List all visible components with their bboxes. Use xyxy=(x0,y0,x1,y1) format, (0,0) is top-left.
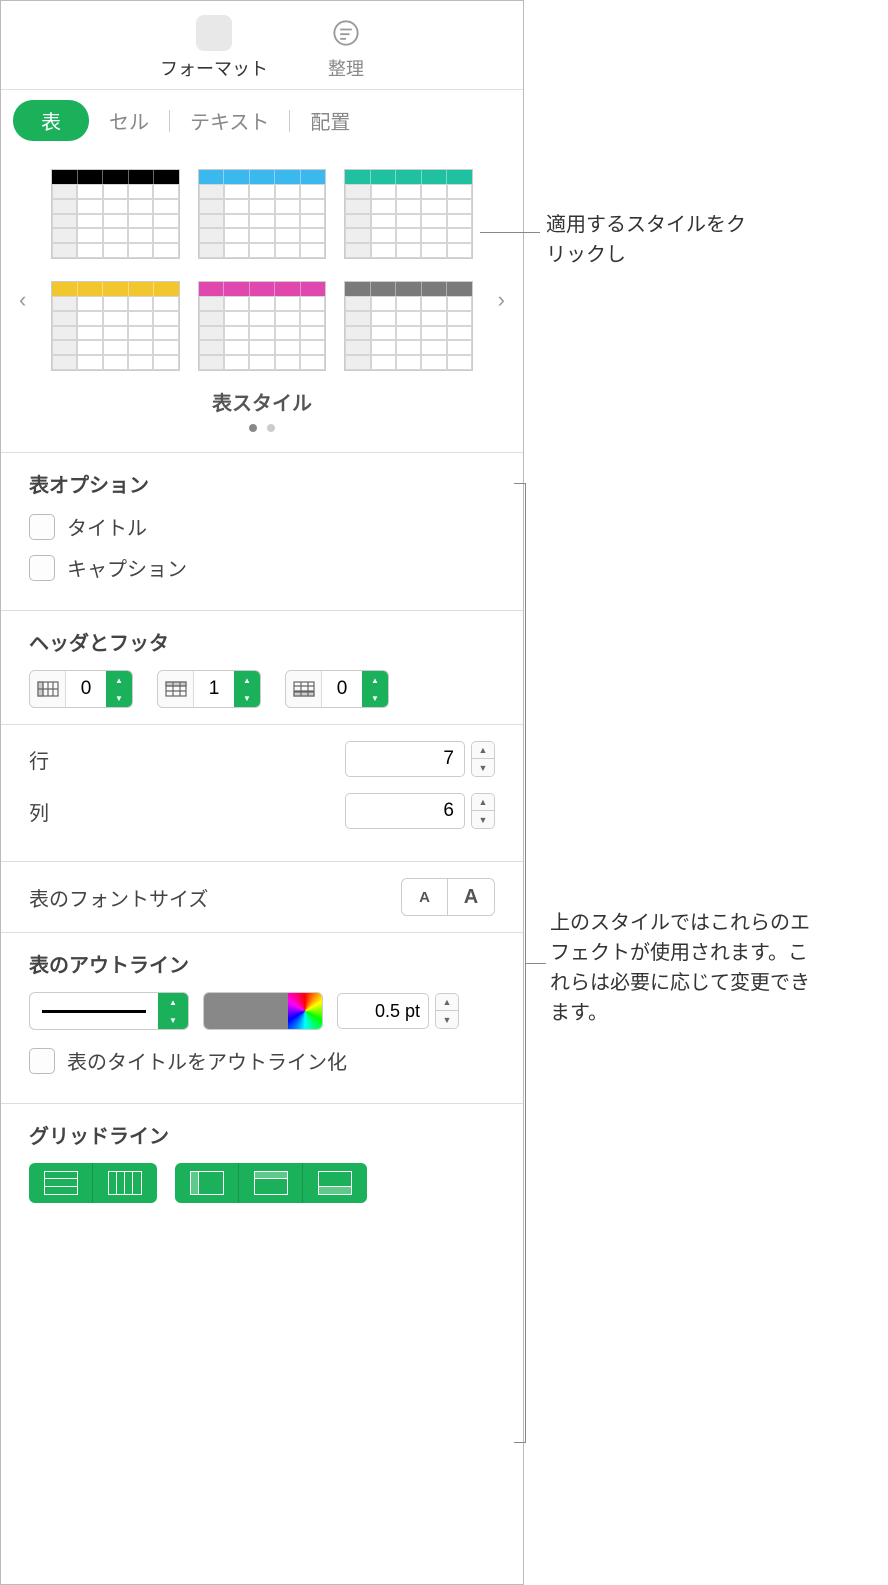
outline-title-label: 表のタイトルをアウトライン化 xyxy=(67,1046,347,1075)
dot[interactable] xyxy=(249,424,257,432)
header-cols-value: 0 xyxy=(66,678,106,700)
dot[interactable] xyxy=(267,424,275,432)
hf-title: ヘッダとフッタ xyxy=(29,627,495,656)
font-larger-button[interactable]: A xyxy=(448,879,494,915)
cols-label: 列 xyxy=(29,797,49,826)
outline-color-well[interactable] xyxy=(203,992,323,1030)
cols-stepper[interactable]: ▲▼ xyxy=(471,793,495,829)
format-panel: フォーマット 整理 表 セル テキスト 配置 ‹ › 表スタイル 表オプション … xyxy=(0,0,524,1585)
pt-stepper[interactable]: ▲▼ xyxy=(435,993,459,1029)
stepper-buttons[interactable]: ▲▼ xyxy=(234,671,260,707)
footer-rows-value: 0 xyxy=(322,678,362,700)
font-smaller-button[interactable]: A xyxy=(402,879,448,915)
table-style-thumb[interactable] xyxy=(198,281,327,371)
outline-pt-input[interactable] xyxy=(337,993,429,1029)
styles-prev-button[interactable]: ‹ xyxy=(11,279,34,321)
stepper-buttons[interactable]: ▲▼ xyxy=(362,671,388,707)
callout-effects: 上のスタイルではこれらのエフェクトが使用されます。これらは必要に応じて変更できま… xyxy=(550,908,810,1028)
outline-title-checkbox[interactable] xyxy=(29,1048,55,1074)
tab-format[interactable]: フォーマット xyxy=(160,15,268,81)
brush-icon xyxy=(196,15,232,51)
subtab-cell[interactable]: セル xyxy=(89,100,169,141)
table-style-thumb[interactable] xyxy=(198,169,327,259)
gridlines-section: グリッドライン xyxy=(1,1103,523,1219)
subtab-arrange[interactable]: 配置 xyxy=(290,100,370,141)
title-checkbox-label: タイトル xyxy=(67,512,147,541)
gridline-header-row-button[interactable] xyxy=(239,1163,303,1203)
table-style-thumb[interactable] xyxy=(344,169,473,259)
font-size-section: 表のフォントサイズ A A xyxy=(1,861,523,932)
table-styles-section: ‹ › 表スタイル xyxy=(1,147,523,452)
organize-icon xyxy=(328,15,364,51)
outline-title: 表のアウトライン xyxy=(29,949,495,978)
styles-next-button[interactable]: › xyxy=(490,279,513,321)
color-swatch[interactable] xyxy=(204,993,288,1029)
caption-checkbox[interactable] xyxy=(29,555,55,581)
rows-stepper[interactable]: ▲▼ xyxy=(471,741,495,777)
annotations: 適用するスタイルをクリックし 上のスタイルではこれらのエフェクトが使用されます。… xyxy=(524,0,888,1585)
font-size-label: 表のフォントサイズ xyxy=(29,883,208,912)
callout-style-click: 適用するスタイルをクリックし xyxy=(546,210,746,270)
headers-footers-section: ヘッダとフッタ 0 ▲▼ 1 ▲▼ 0 ▲▼ xyxy=(1,610,523,724)
top-tabs: フォーマット 整理 xyxy=(1,1,523,90)
gridline-body-v-button[interactable] xyxy=(93,1163,157,1203)
tab-format-label: フォーマット xyxy=(160,55,268,81)
cols-input[interactable] xyxy=(345,793,465,829)
rows-label: 行 xyxy=(29,745,49,774)
header-cols-stepper[interactable]: 0 ▲▼ xyxy=(29,670,133,708)
page-dots xyxy=(51,424,473,432)
table-options-section: 表オプション タイトル キャプション xyxy=(1,452,523,610)
table-style-thumb[interactable] xyxy=(344,281,473,371)
outline-style-select[interactable]: ▲▼ xyxy=(29,992,189,1030)
color-wheel-icon[interactable] xyxy=(288,993,322,1029)
subtab-text[interactable]: テキスト xyxy=(170,100,289,141)
caption-checkbox-label: キャプション xyxy=(67,553,187,582)
header-rows-icon xyxy=(158,671,194,707)
styles-title: 表スタイル xyxy=(51,387,473,416)
table-style-thumb[interactable] xyxy=(51,281,180,371)
gridlines-title: グリッドライン xyxy=(29,1120,495,1149)
header-cols-icon xyxy=(30,671,66,707)
tab-organize-label: 整理 xyxy=(328,55,364,81)
dimensions-section: 行 ▲▼ 列 ▲▼ xyxy=(1,724,523,861)
gridline-footer-row-button[interactable] xyxy=(303,1163,367,1203)
footer-rows-stepper[interactable]: 0 ▲▼ xyxy=(285,670,389,708)
header-rows-stepper[interactable]: 1 ▲▼ xyxy=(157,670,261,708)
options-title: 表オプション xyxy=(29,469,495,498)
title-checkbox[interactable] xyxy=(29,514,55,540)
gridline-header-col-button[interactable] xyxy=(175,1163,239,1203)
table-style-thumb[interactable] xyxy=(51,169,180,259)
footer-rows-icon xyxy=(286,671,322,707)
sub-tabs: 表 セル テキスト 配置 xyxy=(1,90,523,147)
stepper-buttons[interactable]: ▲▼ xyxy=(158,993,188,1029)
gridline-body-h-button[interactable] xyxy=(29,1163,93,1203)
stepper-buttons[interactable]: ▲▼ xyxy=(106,671,132,707)
tab-organize[interactable]: 整理 xyxy=(328,15,364,81)
rows-input[interactable] xyxy=(345,741,465,777)
subtab-table[interactable]: 表 xyxy=(13,100,89,141)
outline-section: 表のアウトライン ▲▼ ▲▼ 表のタイトルをアウトライン化 xyxy=(1,932,523,1103)
header-rows-value: 1 xyxy=(194,678,234,700)
